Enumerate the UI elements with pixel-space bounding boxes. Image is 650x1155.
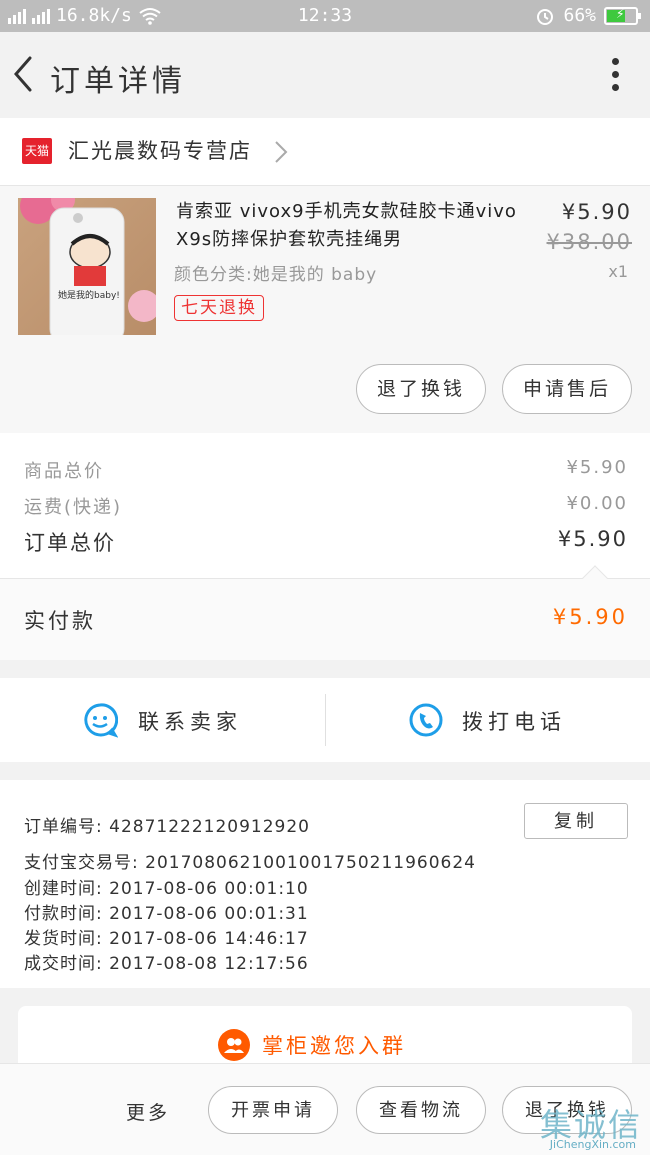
watermark-url: JiChengXin.com [549,1138,636,1151]
alipay-trade-number: 支付宝交易号: 2017080621001001750211960624 [24,853,476,873]
invoice-button[interactable]: 开票申请 [208,1086,338,1134]
product-price: ¥5.90 [561,200,632,224]
group-invite-text: 掌柜邀您入群 [262,1034,406,1058]
goods-total-value: ¥5.90 [566,457,628,478]
product-quantity: x1 [608,262,628,281]
order-info: 订单编号: 428712221​20912920 复制 支付宝交易号: 2017… [0,780,650,988]
product-original-price: ¥38.00 [546,230,632,254]
aftersale-button[interactable]: 申请售后 [502,364,632,414]
svg-text:她是我的baby!: 她是我的baby! [58,289,120,301]
seven-day-return-badge: 七天退换 [174,295,264,321]
more-button[interactable]: 更多 [126,1098,170,1125]
chevron-right-icon [275,141,288,163]
phone-icon [409,703,443,737]
paid-label: 实付款 [24,609,96,633]
back-arrow-icon[interactable] [8,54,38,94]
contact-seller-button[interactable]: 联系卖家 [0,678,325,762]
order-total-row: 订单总价 ¥5.90 [24,527,628,557]
view-logistics-button[interactable]: 查看物流 [356,1086,486,1134]
paid-amount-row: 实付款 ¥5.90 [0,565,650,660]
order-total-label: 订单总价 [24,531,116,555]
goods-total-label: 商品总价 [24,461,104,482]
group-icon [218,1029,250,1061]
product-sku: 颜色分类:她是我的 baby [174,265,378,285]
paid-value: ¥5.90 [552,605,628,629]
page-title: 订单详情 [50,64,186,99]
price-summary: 商品总价 ¥5.90 运费(快递) ¥0.00 订单总价 ¥5.90 [0,433,650,578]
battery-percent: 66% [563,5,596,26]
status-bar: 16.8k/s 12:33 66% ⚡ [0,0,650,32]
contact-seller-label: 联系卖家 [138,710,242,734]
shipping-row: 运费(快递) ¥0.00 [24,493,628,523]
order-number: 订单编号: 428712221​20912920 [24,817,311,837]
product-image[interactable]: 她是我的baby! [18,198,156,335]
completed-time: 成交时间: 2017-08-08 12:17:56 [24,954,309,974]
more-options-icon[interactable] [610,58,620,94]
copy-button[interactable]: 复制 [524,803,628,839]
refund-button[interactable]: 退了换钱 [356,364,486,414]
tmall-icon: 天猫 [22,138,52,164]
nav-bar: 订单详情 [0,32,650,118]
shipping-value: ¥0.00 [566,493,628,514]
product-card[interactable]: 她是我的baby! 肯索亚 vivox9手机壳女款硅胶卡通vivo X9s防摔保… [0,186,650,433]
site-watermark: 集诚信 JiChengXin.com [526,1098,646,1152]
goods-total-row: 商品总价 ¥5.90 [24,457,628,487]
shipped-time: 发货时间: 2017-08-06 14:46:17 [24,929,309,949]
order-total-value: ¥5.90 [557,527,628,551]
status-right: 66% ⚡ [535,5,641,26]
alarm-icon [537,8,554,25]
paid-time: 付款时间: 2017-08-06 00:01:31 [24,904,309,924]
store-row[interactable]: 天猫 汇光晨数码专营店 [0,118,650,186]
call-button[interactable]: 拨打电话 [326,678,650,762]
contact-bar: 联系卖家 拨打电话 [0,678,650,762]
battery-icon: ⚡ [604,6,641,25]
call-label: 拨打电话 [462,710,566,734]
shipping-label: 运费(快递) [24,497,123,518]
chat-bubble-icon [84,703,118,738]
store-name: 汇光晨数码专营店 [68,139,252,163]
created-time: 创建时间: 2017-08-06 00:01:10 [24,879,309,899]
product-title[interactable]: 肯索亚 vivox9手机壳女款硅胶卡通vivo X9s防摔保护套软壳挂绳男 [176,198,526,254]
